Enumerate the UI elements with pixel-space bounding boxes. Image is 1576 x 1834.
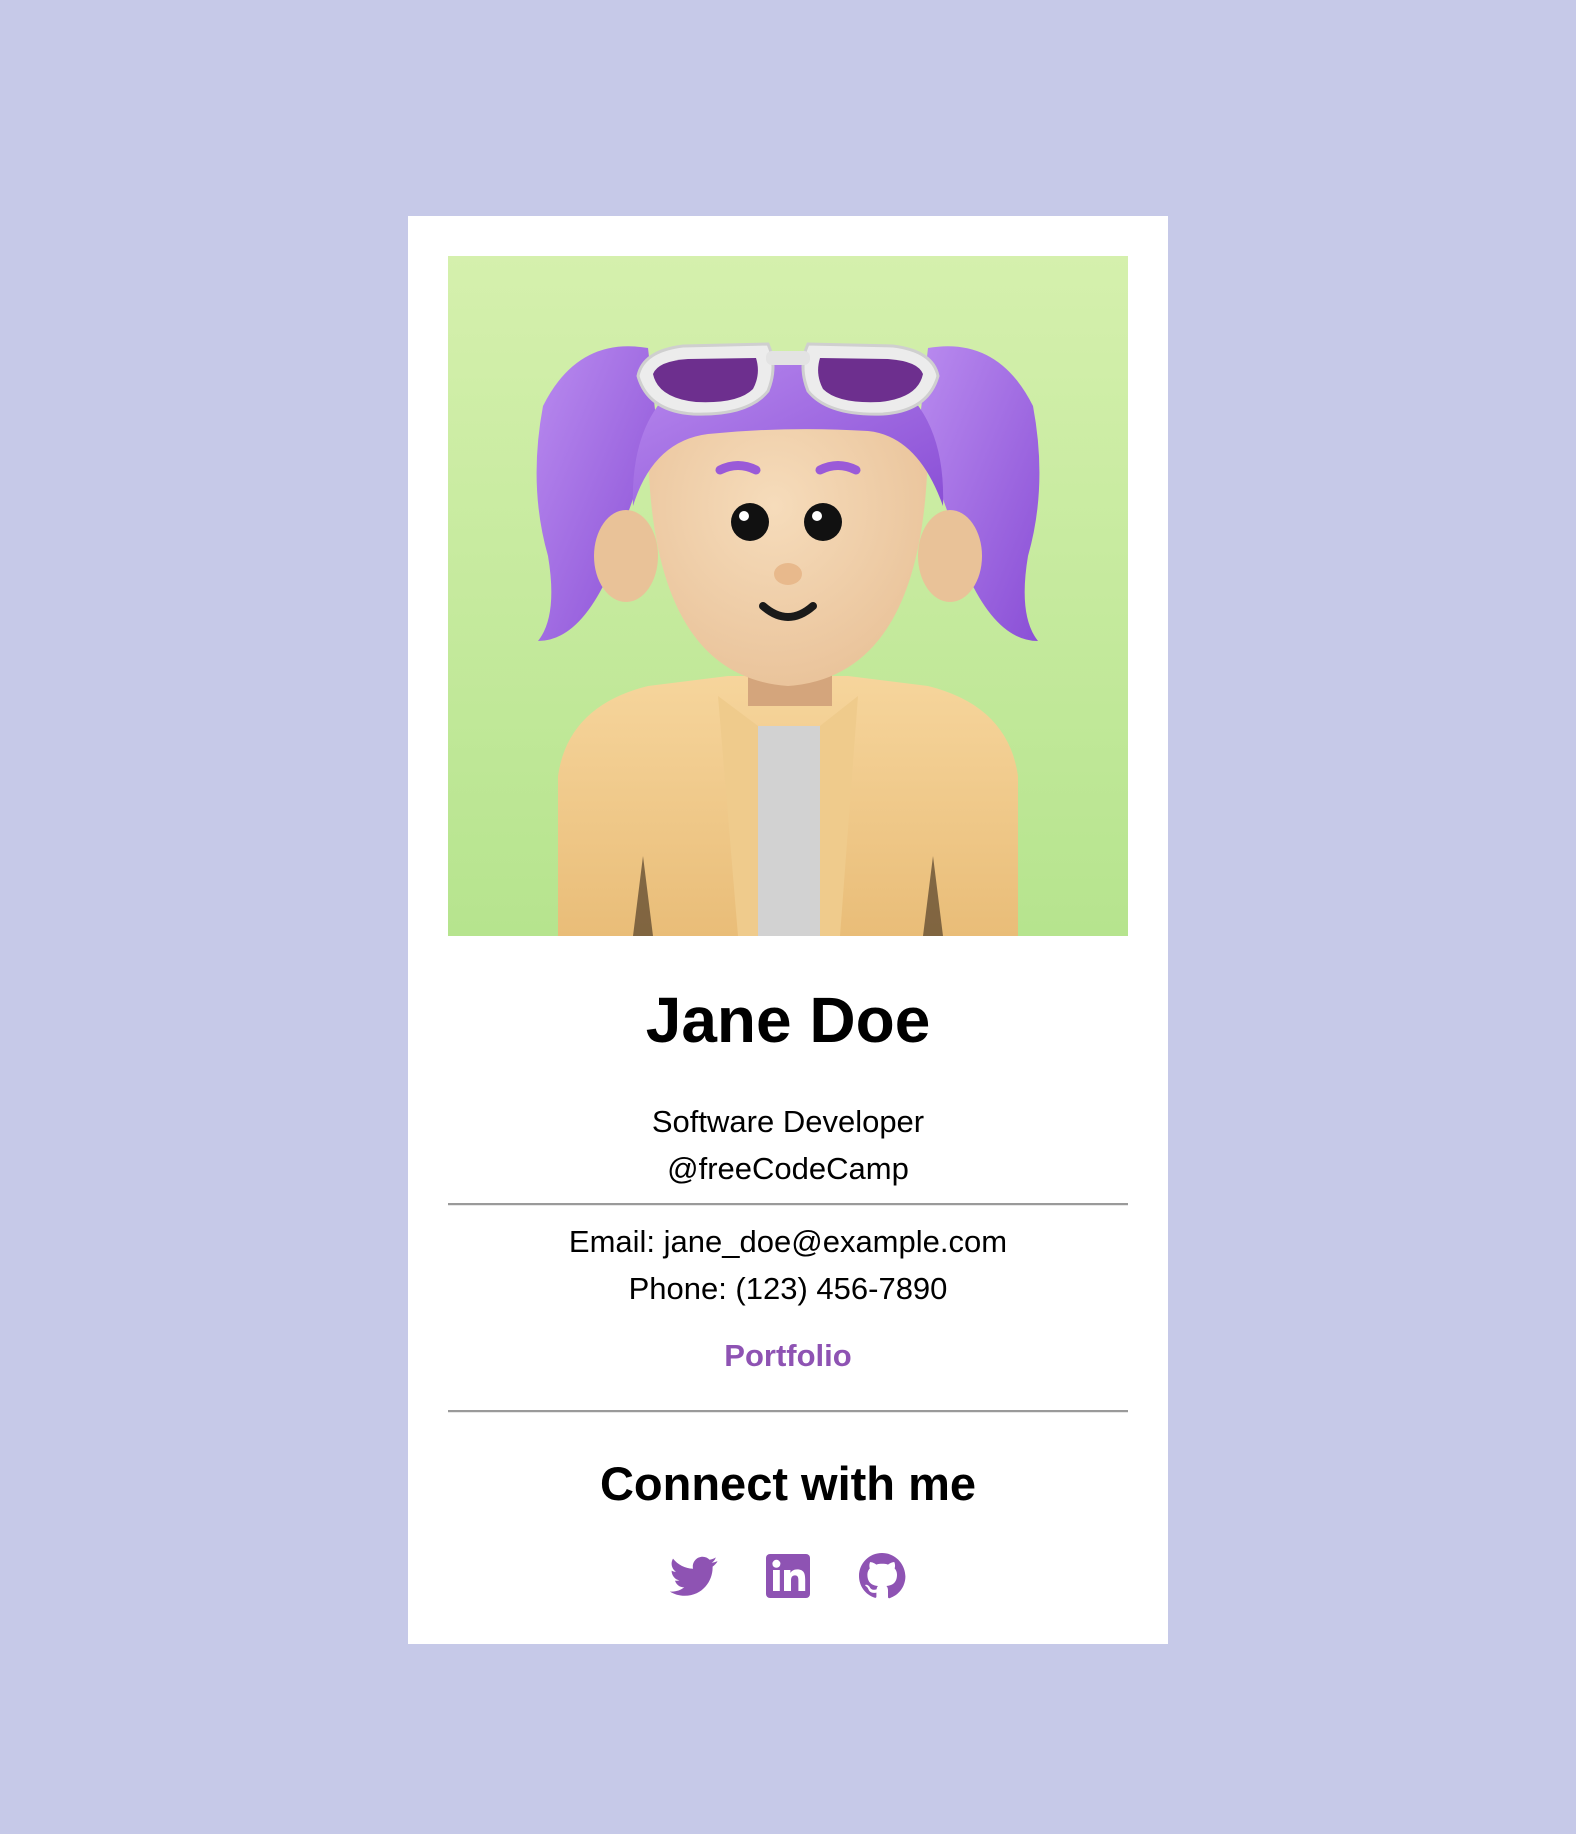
contact-phone: Phone: (123) 456-7890 — [628, 1271, 948, 1306]
divider-bottom — [448, 1410, 1128, 1413]
github-icon[interactable] — [858, 1552, 906, 1600]
linkedin-icon[interactable] — [764, 1552, 812, 1600]
profile-avatar-image — [448, 256, 1128, 936]
portfolio-link[interactable]: Portfolio — [408, 1340, 1168, 1371]
profile-role: Software Developer — [651, 1104, 925, 1139]
profile-organization: @freeCodeCamp — [667, 1151, 909, 1186]
twitter-icon[interactable] — [670, 1552, 718, 1600]
connect-heading: Connect with me — [599, 1457, 977, 1510]
social-links — [408, 1552, 1168, 1600]
profile-name: Jane Doe — [645, 984, 931, 1056]
contact-email: Email: jane_doe@example.com — [568, 1224, 1008, 1259]
divider-top — [448, 1203, 1128, 1206]
profile-card: Jane Doe Software Developer @freeCodeCam… — [408, 216, 1168, 1644]
